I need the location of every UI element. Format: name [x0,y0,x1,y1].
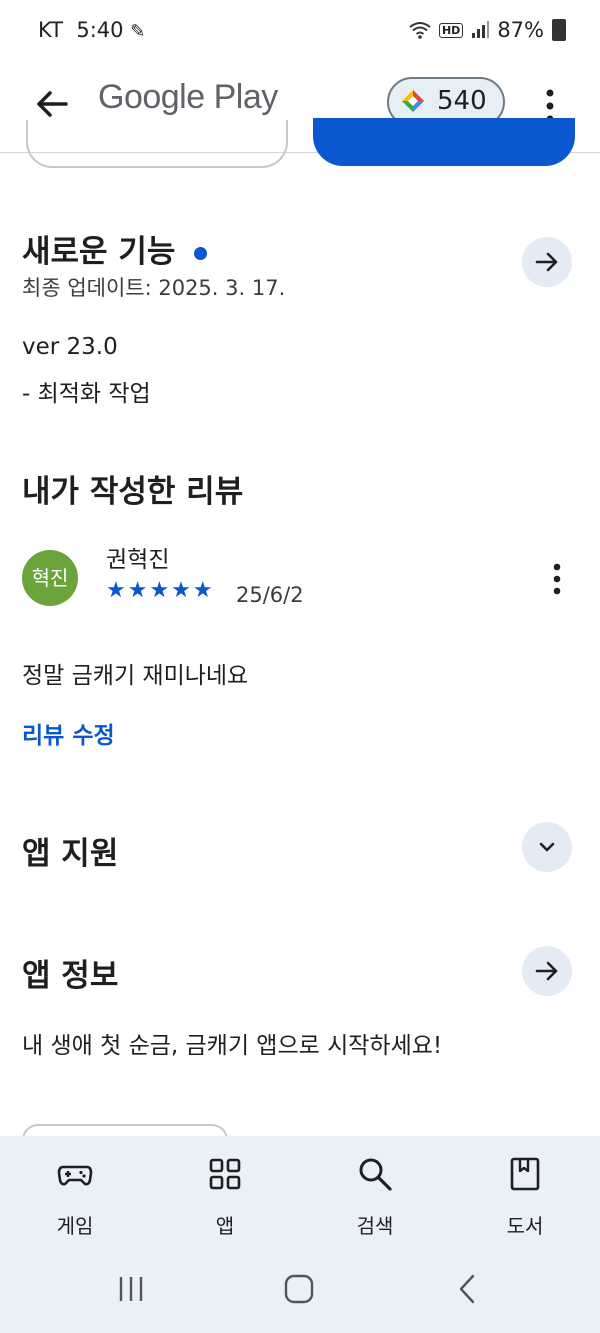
version-text: ver 23.0 [22,334,118,360]
signal-icon [472,21,490,38]
primary-action-button[interactable] [313,118,575,166]
home-icon[interactable] [283,1273,315,1305]
review-text: 정말 금캐기 재미나네요 [22,663,249,689]
status-bar: KT 5:40 ✎ HD 87% [0,0,600,60]
battery-percent: 87% [497,18,544,42]
chevron-down-icon [539,842,555,852]
review-date: 25/6/2 [236,583,304,607]
arrow-right-icon [535,961,558,981]
app-info-arrow-button[interactable] [522,946,572,996]
app-support-expand-button[interactable] [522,822,572,872]
whats-new-title-text: 새로운 기능 [22,234,176,270]
version-note: - 최적화 작업 [22,381,151,407]
status-right: HD 87% [409,18,566,42]
nav-games[interactable]: 게임 [15,1136,135,1246]
new-dot-icon [194,247,208,260]
app-support-title: 앱 지원 [22,836,119,872]
apps-grid-icon [209,1158,241,1190]
arrow-right-icon [535,252,558,272]
nav-search-label: 검색 [356,1214,394,1238]
last-updated: 최종 업데이트: 2025. 3. 17. [22,276,286,300]
nav-apps[interactable]: 앱 [165,1136,285,1246]
notification-icon: ✎ [130,21,146,42]
points-value: 540 [437,86,487,116]
gamepad-icon [57,1165,93,1186]
whats-new-arrow-button[interactable] [522,237,572,287]
recent-apps-icon[interactable] [116,1274,146,1304]
carrier: KT [38,18,63,42]
wifi-icon [409,22,431,39]
my-review-title: 내가 작성한 리뷰 [22,474,244,510]
status-left: KT 5:40 ✎ [38,18,145,42]
search-icon [359,1158,392,1191]
book-icon [510,1157,540,1191]
app-title: Google Play [98,78,278,116]
play-points-icon [402,90,424,112]
battery-icon [552,19,566,41]
app-info-title: 앱 정보 [22,958,119,994]
nav-books[interactable]: 도서 [465,1136,585,1246]
nav-games-label: 게임 [56,1214,94,1238]
avatar: 혁진 [22,550,78,606]
review-more-icon[interactable] [545,561,569,599]
system-back-icon[interactable] [455,1273,479,1305]
hd-icon: HD [438,22,464,38]
edit-review-link[interactable]: 리뷰 수정 [22,716,115,750]
bottom-navigation: 게임 앱 검색 도서 [0,1136,600,1333]
whats-new-title: 새로운 기능 [22,226,208,271]
secondary-action-button[interactable] [26,120,288,168]
nav-search[interactable]: 검색 [315,1136,435,1246]
reviewer-name: 권혁진 [106,547,170,573]
clock: 5:40 [76,18,124,42]
nav-books-label: 도서 [506,1214,544,1238]
nav-apps-label: 앱 [215,1214,235,1238]
star-rating: ★★★★★ [106,578,215,603]
app-description: 내 생애 첫 순금, 금캐기 앱으로 시작하세요! [22,1033,443,1059]
